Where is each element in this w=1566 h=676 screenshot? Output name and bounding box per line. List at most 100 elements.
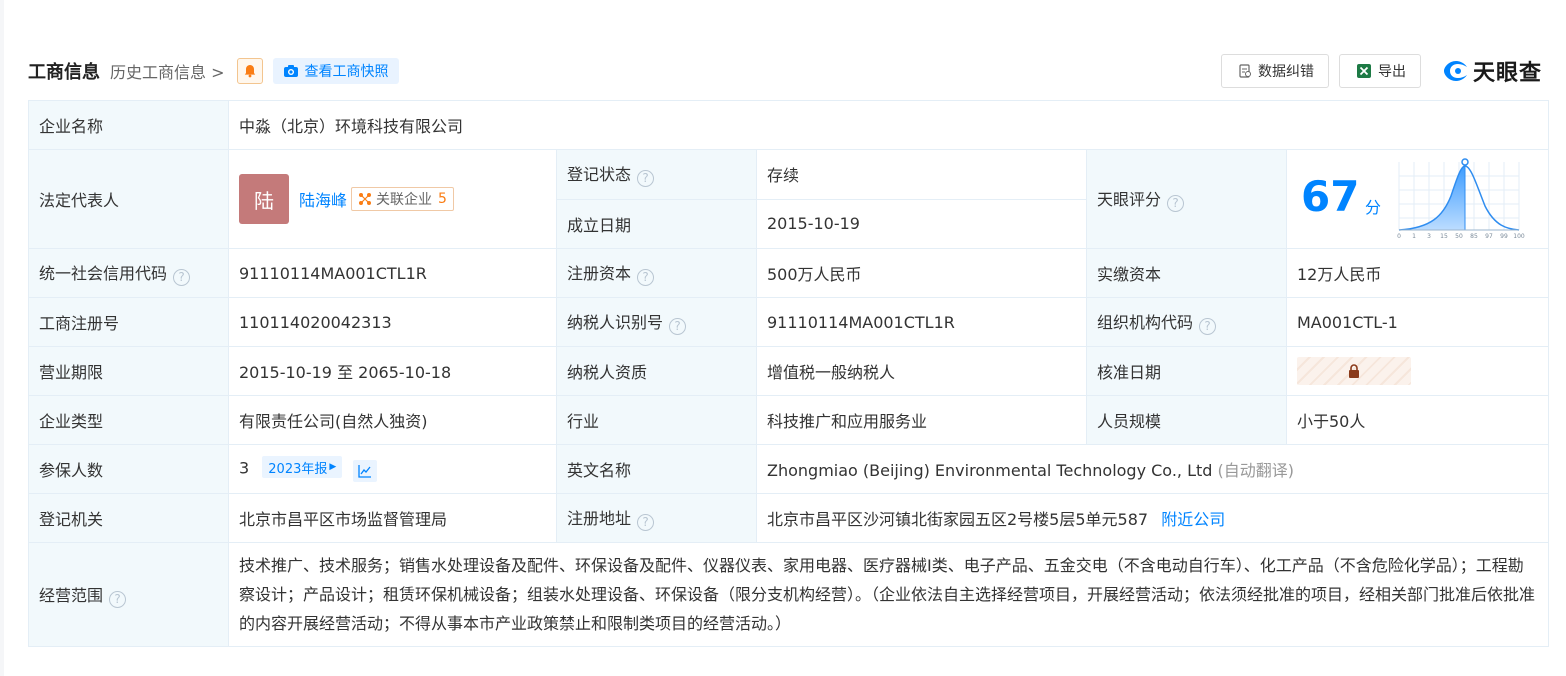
- nearby-companies-link[interactable]: 附近公司: [1161, 510, 1225, 529]
- annual-report-label: 2023年报: [268, 461, 328, 477]
- score-axis-tick: 99: [1500, 233, 1508, 240]
- score-cell[interactable]: 67 分 0 1 3 15 50 85 97 99 100: [1285, 149, 1550, 249]
- legal-rep-name-link[interactable]: 陆海峰: [299, 187, 347, 211]
- section-header: 工商信息 历史工商信息 > 查看工商快照: [28, 56, 399, 86]
- reg-number-label: 工商注册号: [28, 297, 229, 347]
- avatar[interactable]: 陆: [239, 174, 289, 224]
- approval-date-label: 核准日期: [1086, 346, 1287, 396]
- approval-date-cell: [1285, 346, 1550, 396]
- help-icon[interactable]: ?: [637, 170, 655, 188]
- table-row: 企业类型 有限责任公司(自然人独资) 行业 科技推广和应用服务业 人员规模 小于…: [28, 395, 1550, 445]
- trend-chart-button[interactable]: [353, 459, 378, 482]
- score-axis-tick: 1: [1412, 233, 1416, 240]
- export-button[interactable]: 导出: [1338, 54, 1421, 88]
- score-axis-tick: 50: [1455, 233, 1463, 240]
- reg-capital-label: 注册资本?: [556, 248, 757, 298]
- english-name-value: Zhongmiao (Beijing) Environmental Techno…: [767, 461, 1213, 480]
- correction-button[interactable]: 数据纠错: [1220, 54, 1329, 88]
- business-scope-value: 技术推广、技术服务；销售水处理设备及配件、环保设备及配件、仪器仪表、家用电器、医…: [227, 542, 1550, 647]
- reg-capital-value: 500万人民币: [756, 248, 1087, 298]
- eye-logo-icon: [1443, 61, 1467, 81]
- legal-rep-cell: 陆 陆海峰 关联企业 5: [228, 149, 557, 249]
- company-name-label: 企业名称: [28, 100, 229, 150]
- english-name-cell: Zhongmiao (Beijing) Environmental Techno…: [755, 444, 1550, 494]
- locked-value[interactable]: [1297, 357, 1411, 385]
- table-row: 企业名称 中淼（北京）环境科技有限公司: [28, 100, 1550, 150]
- reg-authority-value: 北京市昌平区市场监督管理局: [228, 493, 557, 543]
- help-icon[interactable]: ?: [1167, 195, 1185, 212]
- trend-chart-icon: [358, 464, 372, 478]
- chevron-right-icon: >: [206, 63, 225, 82]
- camera-icon: [283, 65, 298, 77]
- reg-address-cell: 北京市昌平区沙河镇北街家园五区2号楼5层5单元587 附近公司: [755, 493, 1550, 543]
- insured-count-label: 参保人数: [28, 444, 229, 494]
- business-scope-label-text: 经营范围: [39, 585, 104, 605]
- business-scope-label: 经营范围?: [28, 542, 229, 647]
- table-row: 统一社会信用代码? 91110114MA001CTL1R 注册资本? 500万人…: [28, 248, 1550, 298]
- business-term-value: 2015-10-19 至 2065-10-18: [228, 346, 557, 396]
- paid-capital-label: 实缴资本: [1086, 248, 1287, 298]
- help-icon[interactable]: ?: [1199, 318, 1217, 335]
- business-term-label: 营业期限: [28, 346, 229, 396]
- score-unit: 分: [1365, 198, 1382, 217]
- reg-status-label: 登记状态?: [556, 149, 757, 200]
- company-type-label: 企业类型: [28, 395, 229, 445]
- bell-button[interactable]: [236, 58, 263, 84]
- table-row: 经营范围? 技术推广、技术服务；销售水处理设备及配件、环保设备及配件、仪器仪表、…: [28, 542, 1550, 647]
- staff-size-value: 小于50人: [1285, 395, 1550, 445]
- table-row: 法定代表人 陆 陆海峰 关联企业 5 登记状态? 存续 天眼评分? 67 分 0…: [28, 149, 1550, 249]
- score-label-text: 天眼评分: [1097, 190, 1162, 209]
- excel-icon: [1356, 64, 1371, 78]
- staff-size-label: 人员规模: [1086, 395, 1287, 445]
- credit-code-value: 91110114MA001CTL1R: [228, 248, 557, 298]
- reg-address-label: 注册地址?: [556, 493, 757, 543]
- score-label: 天眼评分?: [1086, 149, 1287, 249]
- score-distribution-chart: 0 1 3 15 50 85 97 99 100: [1397, 158, 1525, 240]
- reg-address-value: 北京市昌平区沙河镇北街家园五区2号楼5层5单元587: [767, 510, 1149, 529]
- taxpayer-id-value: 91110114MA001CTL1R: [756, 297, 1087, 347]
- score-axis-tick: 97: [1485, 233, 1493, 240]
- snapshot-button-label: 查看工商快照: [304, 64, 389, 80]
- credit-code-label-text: 统一社会信用代码: [39, 264, 168, 283]
- tianyancha-logo: 天眼查: [1443, 55, 1542, 87]
- related-companies-label: 关联企业: [376, 192, 433, 208]
- help-icon[interactable]: ?: [669, 318, 687, 335]
- insured-count-cell: 3 2023年报 ▶: [228, 444, 557, 494]
- business-info-table: 企业名称 中淼（北京）环境科技有限公司 法定代表人 陆 陆海峰 关联企业 5 登…: [28, 100, 1550, 647]
- org-code-label: 组织机构代码?: [1086, 297, 1287, 347]
- table-row: 工商注册号 110114020042313 纳税人识别号? 91110114MA…: [28, 297, 1550, 347]
- org-code-value: MA001CTL-1: [1285, 297, 1550, 347]
- industry-value: 科技推广和应用服务业: [756, 395, 1087, 445]
- table-row: 登记机关 北京市昌平区市场监督管理局 注册地址? 北京市昌平区沙河镇北街家园五区…: [28, 493, 1550, 543]
- legal-rep-label: 法定代表人: [28, 149, 229, 249]
- section-title: 工商信息: [28, 62, 100, 83]
- snapshot-button[interactable]: 查看工商快照: [272, 58, 399, 84]
- founded-label: 成立日期: [556, 198, 757, 249]
- table-row: 营业期限 2015-10-19 至 2065-10-18 纳税人资质 增值税一般…: [28, 346, 1550, 396]
- reg-status-value: 存续: [756, 149, 1087, 200]
- auto-translate-note: (自动翻译): [1217, 461, 1295, 480]
- logo-text: 天眼查: [1472, 61, 1542, 86]
- taxpayer-id-label-text: 纳税人识别号: [567, 313, 664, 332]
- score-axis-tick: 0: [1397, 233, 1401, 240]
- insured-count-value: 3: [239, 458, 250, 478]
- reg-capital-label-text: 注册资本: [567, 264, 632, 283]
- related-companies-tag[interactable]: 关联企业 5: [351, 187, 454, 211]
- annual-report-tag[interactable]: 2023年报 ▶: [262, 456, 343, 479]
- founded-value: 2015-10-19: [756, 198, 1087, 249]
- help-icon[interactable]: ?: [109, 590, 127, 608]
- document-edit-icon: [1239, 64, 1251, 78]
- english-name-label: 英文名称: [556, 444, 757, 494]
- help-icon[interactable]: ?: [637, 269, 655, 286]
- taxpayer-id-label: 纳税人识别号?: [556, 297, 757, 347]
- taxpayer-qual-label: 纳税人资质: [556, 346, 757, 396]
- history-link[interactable]: 历史工商信息 >: [110, 59, 225, 83]
- help-icon[interactable]: ?: [637, 514, 655, 531]
- score-axis-tick: 85: [1470, 233, 1478, 240]
- taxpayer-qual-value: 增值税一般纳税人: [756, 346, 1087, 396]
- help-icon[interactable]: ?: [173, 269, 191, 286]
- business-info-panel: 工商信息 历史工商信息 > 查看工商快照 数据纠错 导出 天眼查 企业名称 中淼…: [4, 0, 1566, 676]
- network-icon: [359, 193, 372, 205]
- paid-capital-value: 12万人民币: [1285, 248, 1550, 298]
- table-row: 参保人数 3 2023年报 ▶ 英文名称 Zhongmiao (Beijing) …: [28, 444, 1550, 494]
